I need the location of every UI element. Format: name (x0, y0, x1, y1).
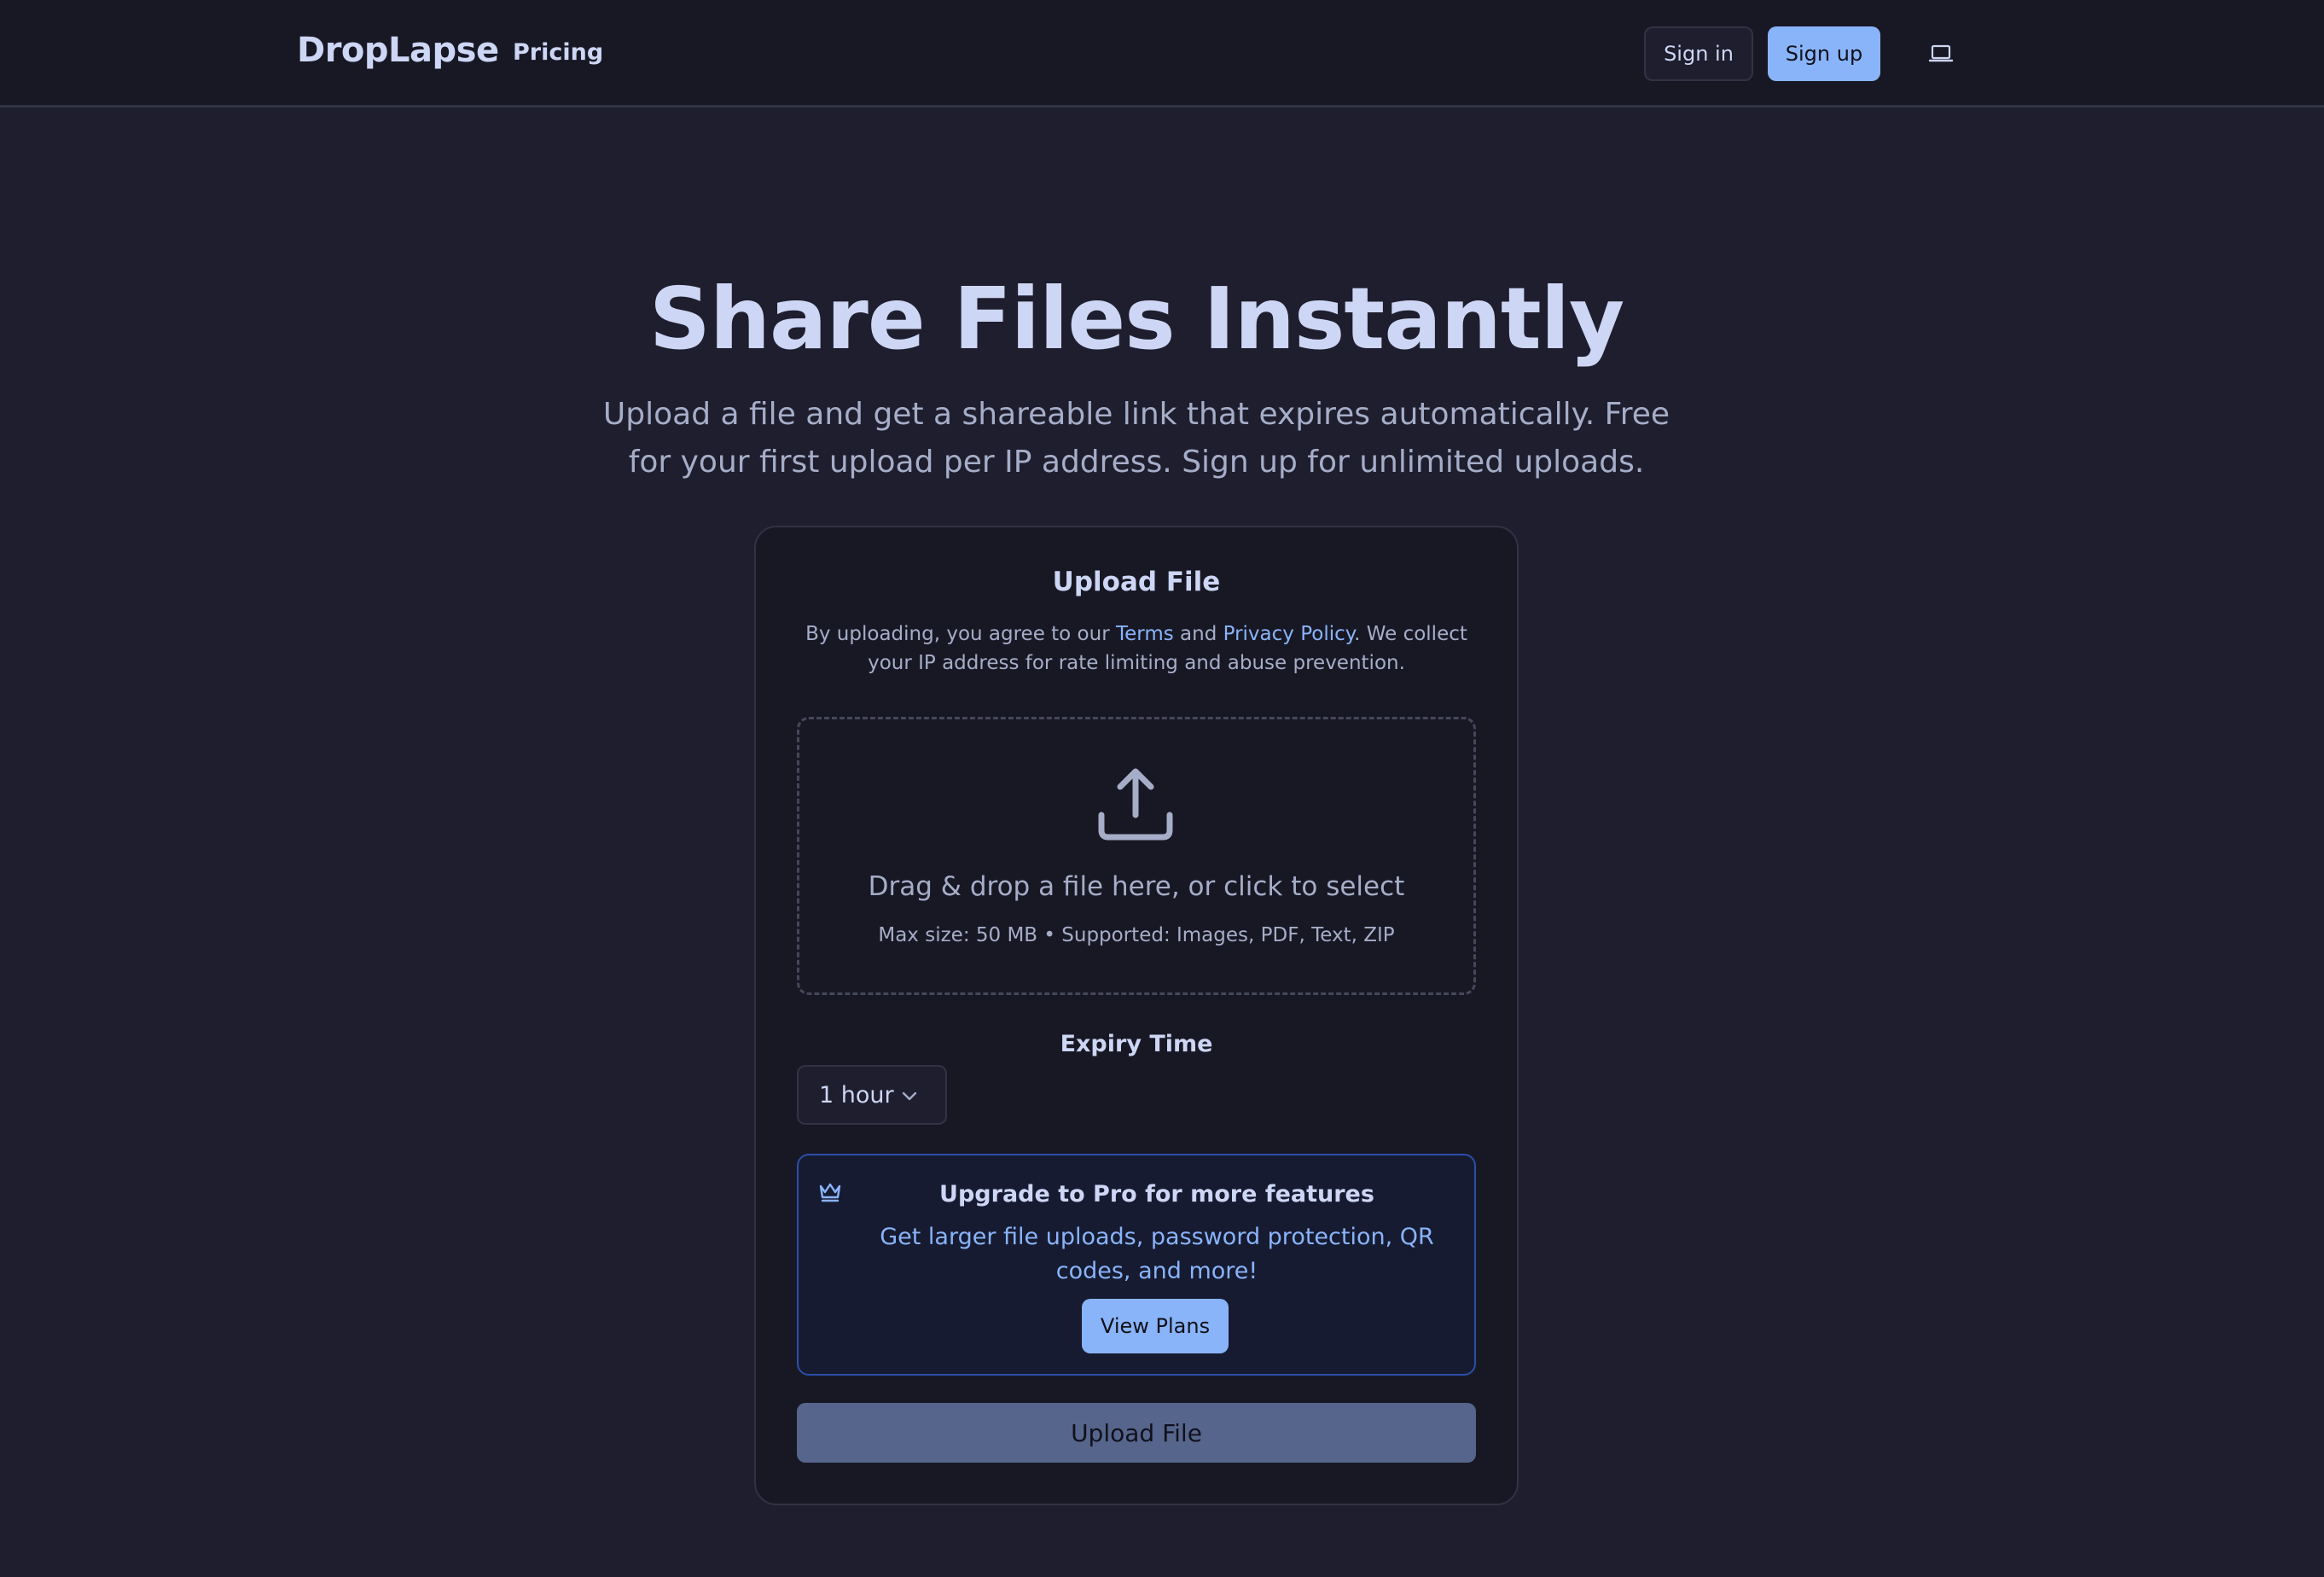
hero-title: Share Files Instantly (648, 269, 1624, 369)
hero-subtitle: Upload a file and get a shareable link t… (602, 397, 1670, 480)
terms-and: and (1173, 623, 1223, 645)
view-plans-button[interactable]: View Plans (1082, 1299, 1229, 1353)
dropzone-constraints: Max size: 50 MB • Supported: Images, PDF… (878, 924, 1395, 946)
terms-prefix: By uploading, you agree to our (805, 623, 1116, 645)
upgrade-promo: Upgrade to Pro for more features Get lar… (797, 1154, 1476, 1376)
navbar: DropLapse Pricing Sign in Sign up (0, 0, 2324, 108)
brand-logo[interactable]: DropLapse (297, 31, 499, 70)
nav-link-pricing[interactable]: Pricing (513, 39, 603, 66)
terms-link[interactable]: Terms (1116, 623, 1174, 645)
signup-button[interactable]: Sign up (1768, 26, 1880, 81)
signin-button[interactable]: Sign in (1644, 26, 1753, 81)
upload-card-title: Upload File (1052, 567, 1221, 597)
theme-toggle-button[interactable] (1924, 37, 1958, 71)
terms-notice: By uploading, you agree to our Terms and… (795, 620, 1478, 678)
upload-icon (1098, 768, 1173, 841)
laptop-icon (1928, 44, 1954, 62)
upload-card: Upload File By uploading, you agree to o… (754, 526, 1519, 1505)
file-dropzone[interactable]: Drag & drop a file here, or click to sel… (797, 717, 1476, 995)
chevron-down-icon (902, 1091, 917, 1101)
expiry-label: Expiry Time (1060, 1031, 1213, 1057)
promo-body: Get larger file uploads, password protec… (880, 1224, 1434, 1284)
privacy-policy-link[interactable]: Privacy Policy (1223, 623, 1354, 645)
dropzone-instruction: Drag & drop a file here, or click to sel… (868, 871, 1405, 902)
upload-file-button[interactable]: Upload File (797, 1403, 1476, 1463)
expiry-selected-value: 1 hour (819, 1081, 894, 1109)
promo-title: Upgrade to Pro for more features (939, 1181, 1374, 1207)
expiry-select[interactable]: 1 hour (797, 1065, 947, 1125)
